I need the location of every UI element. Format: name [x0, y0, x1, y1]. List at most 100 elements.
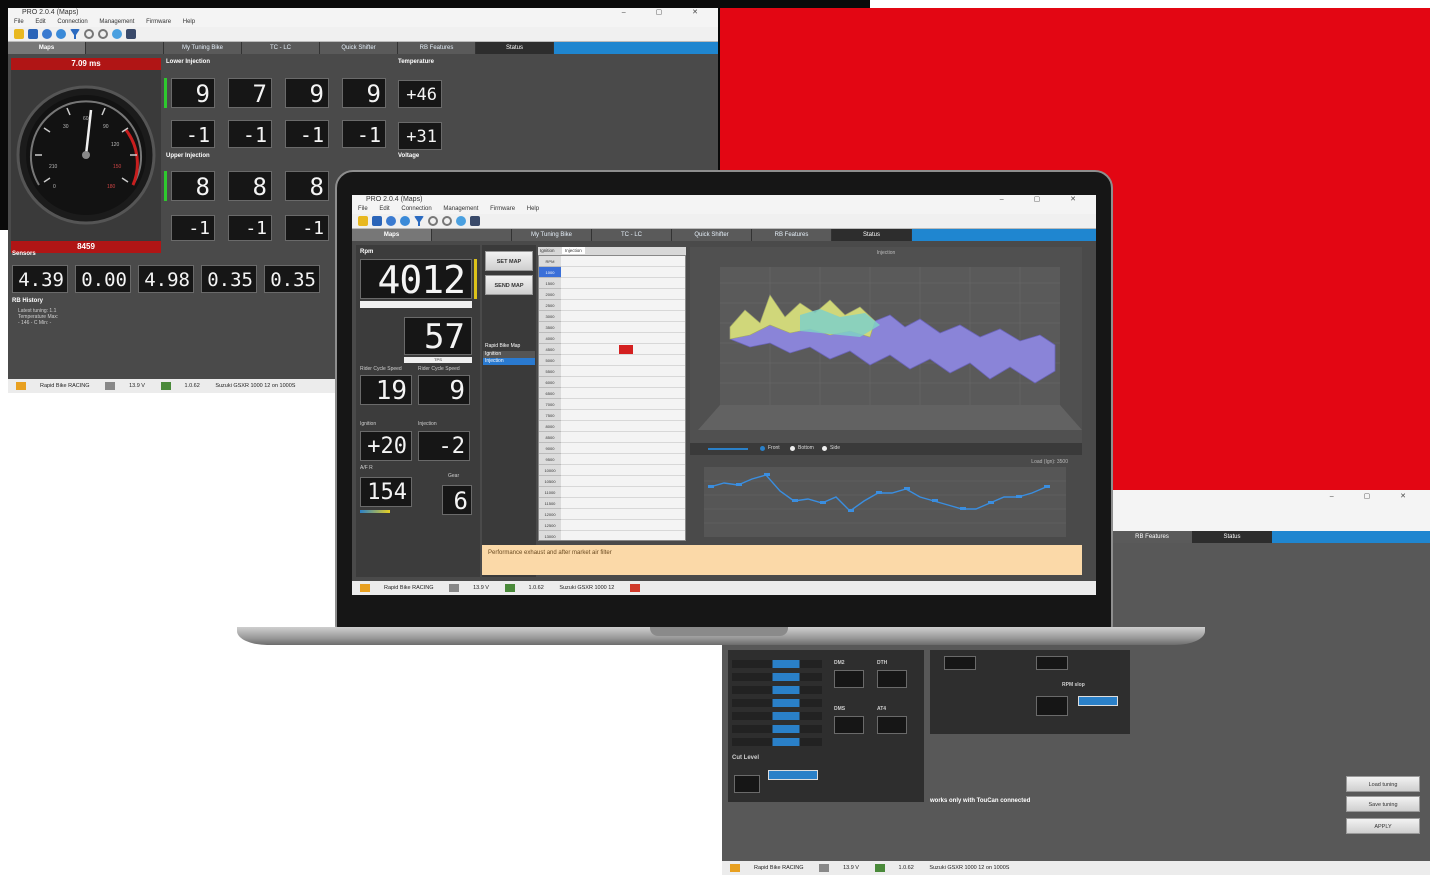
- table-row-header[interactable]: 9500: [539, 454, 561, 465]
- undo-icon[interactable]: [84, 29, 94, 39]
- table-row[interactable]: [561, 520, 685, 531]
- table-row-header[interactable]: 13000: [539, 531, 561, 540]
- map-list-item-selected[interactable]: Injection: [483, 358, 535, 365]
- open-folder-icon[interactable]: [358, 216, 368, 226]
- table-row[interactable]: [561, 487, 685, 498]
- table-row-header[interactable]: 3000: [539, 311, 561, 322]
- table-tab-injection[interactable]: Injection: [562, 247, 585, 254]
- tab-blank[interactable]: [86, 42, 164, 54]
- table-row-header[interactable]: 12500: [539, 520, 561, 531]
- table-row[interactable]: [561, 410, 685, 421]
- table-row[interactable]: [561, 278, 685, 289]
- table-row-header[interactable]: 1500: [539, 278, 561, 289]
- tab-blank[interactable]: [432, 229, 512, 241]
- selected-cell[interactable]: [619, 345, 633, 354]
- menu-file[interactable]: File: [358, 206, 368, 212]
- table-row-header[interactable]: 10000: [539, 465, 561, 476]
- menu-connection[interactable]: Connection: [57, 19, 87, 25]
- radio-front[interactable]: [760, 446, 765, 451]
- menu-firmware[interactable]: Firmware: [490, 206, 515, 212]
- cylinder-row[interactable]: [732, 712, 822, 720]
- tab-status[interactable]: Status: [1192, 531, 1272, 543]
- table-row[interactable]: [561, 388, 685, 399]
- table-row-header[interactable]: 6500: [539, 388, 561, 399]
- window-controls[interactable]: – ▢ ✕: [1000, 195, 1090, 205]
- save-icon[interactable]: [28, 29, 38, 39]
- table-row[interactable]: [561, 509, 685, 520]
- menu-management[interactable]: Management: [443, 206, 478, 212]
- table-row[interactable]: [561, 465, 685, 476]
- table-row[interactable]: [561, 322, 685, 333]
- table-row[interactable]: [561, 498, 685, 509]
- window-controls[interactable]: – ▢ ✕: [622, 8, 712, 18]
- menu-help[interactable]: Help: [527, 206, 539, 212]
- cylinder-row[interactable]: [732, 673, 822, 681]
- tab-maps[interactable]: Maps: [8, 42, 86, 54]
- tab-status[interactable]: Status: [476, 42, 554, 54]
- table-row-header[interactable]: 8000: [539, 421, 561, 432]
- menu-connection[interactable]: Connection: [401, 206, 431, 212]
- table-row-header[interactable]: 11500: [539, 498, 561, 509]
- table-row-header[interactable]: 2500: [539, 300, 561, 311]
- table-row-header[interactable]: 7500: [539, 410, 561, 421]
- tab-my-tuning-bike[interactable]: My Tuning Bike: [512, 229, 592, 241]
- table-row[interactable]: [561, 454, 685, 465]
- sync-icon[interactable]: [56, 29, 66, 39]
- cylinder-row[interactable]: [732, 725, 822, 733]
- tab-quick-shifter[interactable]: Quick Shifter: [672, 229, 752, 241]
- table-tab-ignition[interactable]: Ignition: [540, 248, 555, 253]
- table-row[interactable]: [561, 476, 685, 487]
- table-row[interactable]: [561, 432, 685, 443]
- radio-bottom[interactable]: [790, 446, 795, 451]
- sync-icon[interactable]: [400, 216, 410, 226]
- redo-icon[interactable]: [442, 216, 452, 226]
- globe-icon[interactable]: [456, 216, 466, 226]
- table-row-header[interactable]: 8500: [539, 432, 561, 443]
- table-row-header[interactable]: 5000: [539, 355, 561, 366]
- menu-edit[interactable]: Edit: [35, 19, 45, 25]
- table-row-header[interactable]: 4000: [539, 333, 561, 344]
- table-row-header[interactable]: 10500: [539, 476, 561, 487]
- table-row-header[interactable]: 6000: [539, 377, 561, 388]
- menu-management[interactable]: Management: [99, 19, 134, 25]
- table-row-header[interactable]: 3500: [539, 322, 561, 333]
- save-tuning-button[interactable]: Save tuning: [1346, 796, 1420, 812]
- table-row[interactable]: [561, 531, 685, 540]
- tab-rb-features[interactable]: RB Features: [752, 229, 832, 241]
- load-tuning-button[interactable]: Load tuning: [1346, 776, 1420, 792]
- table-row[interactable]: [561, 256, 685, 267]
- table-row-header[interactable]: 5500: [539, 366, 561, 377]
- table-row-header[interactable]: 9000: [539, 443, 561, 454]
- tab-tc-lc[interactable]: TC - LC: [592, 229, 672, 241]
- tab-quick-shifter[interactable]: Quick Shifter: [320, 42, 398, 54]
- tab-maps[interactable]: Maps: [352, 229, 432, 241]
- cylinder-row[interactable]: [732, 699, 822, 707]
- cylinder-row[interactable]: [732, 738, 822, 746]
- table-row[interactable]: [561, 399, 685, 410]
- view-slider[interactable]: [708, 448, 748, 450]
- apply-button[interactable]: APPLY: [1346, 818, 1420, 834]
- redo-icon[interactable]: [98, 29, 108, 39]
- table-row-header[interactable]: RPM: [539, 256, 561, 267]
- cylinder-row[interactable]: [732, 660, 822, 668]
- tab-tc-lc[interactable]: TC - LC: [242, 42, 320, 54]
- open-folder-icon[interactable]: [14, 29, 24, 39]
- table-row[interactable]: [561, 267, 685, 278]
- filter-icon[interactable]: [414, 216, 424, 226]
- table-row[interactable]: [561, 377, 685, 388]
- table-row-header[interactable]: 2000: [539, 289, 561, 300]
- menu-help[interactable]: Help: [183, 19, 195, 25]
- table-row-header[interactable]: 11000: [539, 487, 561, 498]
- filter-icon[interactable]: [70, 29, 80, 39]
- grid-icon[interactable]: [126, 29, 136, 39]
- table-row[interactable]: [561, 355, 685, 366]
- grid-icon[interactable]: [470, 216, 480, 226]
- table-row[interactable]: [561, 333, 685, 344]
- cut-level-slider[interactable]: [768, 770, 818, 780]
- tab-status[interactable]: Status: [832, 229, 912, 241]
- menu-file[interactable]: File: [14, 19, 24, 25]
- send-map-button[interactable]: SEND MAP: [485, 275, 533, 295]
- cylinder-row[interactable]: [732, 686, 822, 694]
- map-table[interactable]: RPM 1000 1500 2000 2500 3000 3500 4000 4500 5000 5…: [538, 255, 686, 541]
- table-row-header[interactable]: 4500: [539, 344, 561, 355]
